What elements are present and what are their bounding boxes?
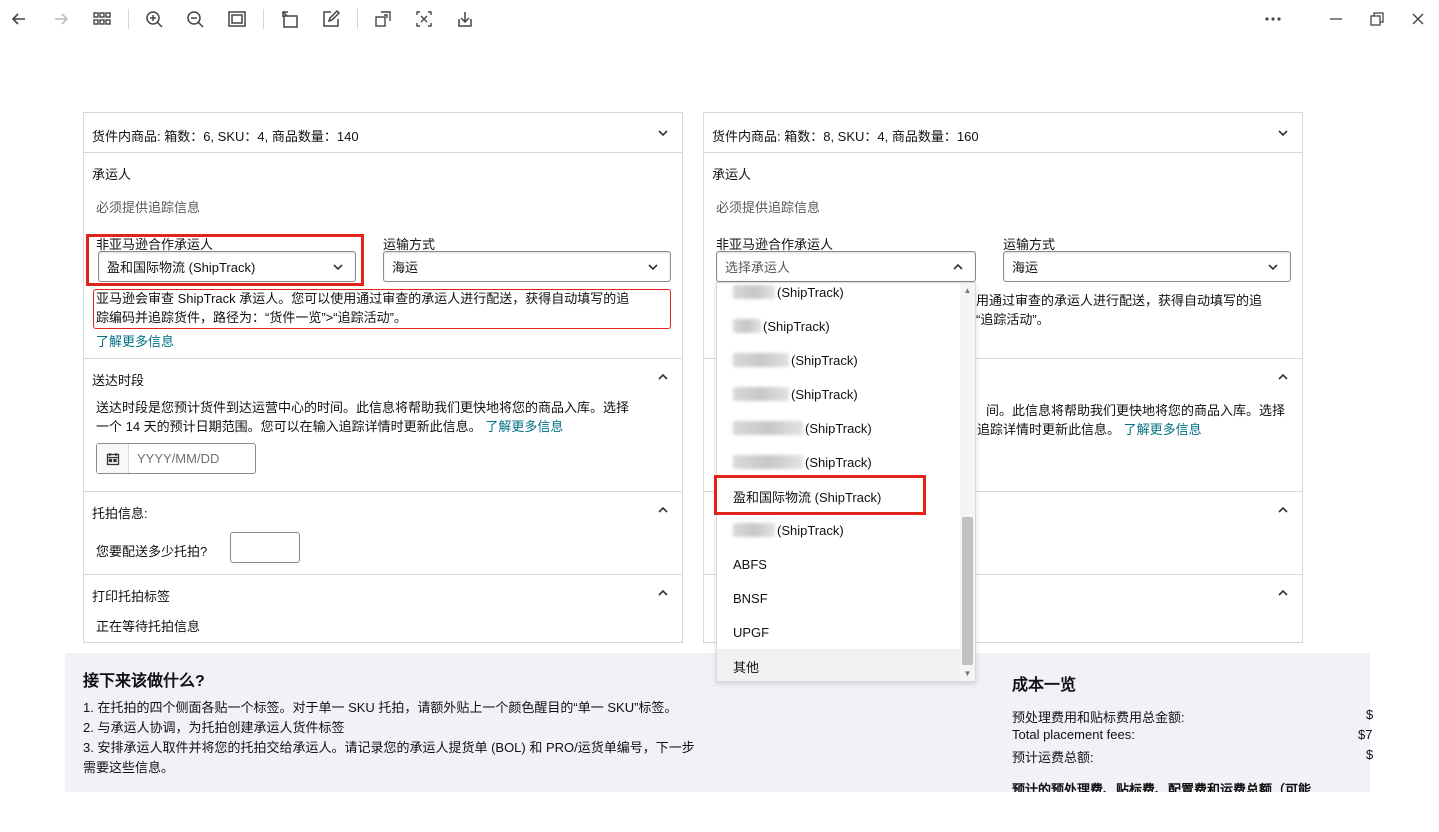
transport-mode-select[interactable]: 海运 bbox=[383, 251, 671, 282]
scroll-up-icon[interactable]: ▲ bbox=[963, 286, 972, 295]
rotate-icon[interactable] bbox=[277, 6, 303, 32]
shiptrack-notice-partial-2: “追踪活动”。 bbox=[976, 312, 1050, 327]
cost-footer-note: 预计的预处理费、贴标费、配置费和运费总额（可能 bbox=[1012, 782, 1312, 792]
shipment-contents: 货件内商品: 箱数：8, SKU：4, 商品数量：160 bbox=[712, 129, 979, 144]
placement-fee-label: Total placement fees: bbox=[1012, 727, 1135, 742]
carrier-option-bnsf[interactable]: BNSF bbox=[717, 581, 961, 615]
shipment-contents-row[interactable]: 货件内商品: 箱数：6, SKU：4, 商品数量：140 bbox=[84, 112, 682, 152]
ocr-icon[interactable] bbox=[411, 6, 437, 32]
carrier-option[interactable]: (ShipTrack) bbox=[717, 377, 961, 411]
learn-more-link[interactable]: 了解更多信息 bbox=[96, 331, 174, 350]
date-placeholder: YYYY/MM/DD bbox=[137, 451, 220, 466]
next-steps-title: 接下来该做什么? bbox=[83, 673, 205, 690]
close-icon[interactable] bbox=[1405, 6, 1431, 32]
cost-summary-title: 成本一览 bbox=[1012, 677, 1077, 694]
more-icon[interactable] bbox=[1260, 6, 1286, 32]
delivery-learn-more-link[interactable]: 了解更多信息 bbox=[1124, 422, 1202, 437]
pallet-info-title: 托拍信息: bbox=[92, 506, 148, 521]
carrier-option[interactable]: (ShipTrack) bbox=[717, 283, 961, 309]
delivery-window-title: 送达时段 bbox=[92, 373, 145, 388]
chevron-up-icon[interactable] bbox=[1276, 370, 1290, 384]
tracking-required-note: 必须提供追踪信息 bbox=[716, 200, 821, 215]
grid-icon[interactable] bbox=[89, 6, 115, 32]
transport-mode-select[interactable]: 海运 bbox=[1003, 251, 1291, 282]
crop-icon[interactable] bbox=[370, 6, 396, 32]
edit-icon[interactable] bbox=[318, 6, 344, 32]
print-labels-title: 打印托拍标签 bbox=[92, 589, 171, 604]
scroll-thumb[interactable] bbox=[962, 517, 973, 665]
print-labels-section: 打印托拍标签 正在等待托拍信息 bbox=[84, 574, 682, 643]
minimize-icon[interactable] bbox=[1323, 6, 1349, 32]
tracking-required-note: 必须提供追踪信息 bbox=[96, 200, 201, 215]
chevron-down-icon bbox=[648, 264, 658, 271]
transport-mode-value: 海运 bbox=[1012, 260, 1039, 275]
download-icon[interactable] bbox=[452, 6, 478, 32]
prep-label-fee-label: 预处理费用和贴标费用总金额: bbox=[1012, 710, 1185, 725]
next-step-1: 1. 在托拍的四个侧面各贴一个标签。对于单一 SKU 托拍，请额外贴上一个颜色醒… bbox=[83, 700, 678, 715]
next-step-2: 2. 与承运人协调，为托拍创建承运人货件标签 bbox=[83, 720, 345, 735]
pallet-count-question: 您要配送多少托拍? bbox=[96, 544, 208, 559]
pallet-count-input[interactable] bbox=[230, 532, 300, 563]
delivery-window-description: 送达时段是您预计货件到达运营中心的时间。此信息将帮助我们更快地将您的商品入库。选… bbox=[96, 400, 630, 434]
carrier-option[interactable]: (ShipTrack) bbox=[717, 411, 961, 445]
next-step-3: 3. 安排承运人取件并将您的托拍交给承运人。请记录您的承运人提货单 (BOL) … bbox=[83, 740, 695, 755]
print-labels-status: 正在等待托拍信息 bbox=[96, 619, 201, 634]
carrier-option-abfs[interactable]: ABFS bbox=[717, 547, 961, 581]
chevron-up-icon[interactable] bbox=[656, 503, 670, 517]
chevron-down-icon[interactable] bbox=[1276, 126, 1290, 140]
carrier-option[interactable]: (ShipTrack) bbox=[717, 513, 961, 547]
chevron-down-icon[interactable] bbox=[656, 126, 670, 140]
chevron-up-icon[interactable] bbox=[656, 370, 670, 384]
carrier-option[interactable]: (ShipTrack) bbox=[717, 309, 961, 343]
delivery-learn-more-link[interactable]: 了解更多信息 bbox=[485, 419, 563, 434]
chevron-up-icon[interactable] bbox=[656, 586, 670, 600]
shipping-fee-value: $ bbox=[1366, 747, 1374, 762]
zoom-out-icon[interactable] bbox=[182, 6, 208, 32]
delivery-description-partial-2: 追踪详情时更新此信息。 了解更多信息 bbox=[977, 422, 1202, 437]
shipping-fee-label: 预计运费总额: bbox=[1012, 750, 1094, 765]
carrier-highlight-box bbox=[86, 234, 364, 286]
selected-carrier-highlight-box bbox=[714, 475, 926, 515]
shipment-contents-row[interactable]: 货件内商品: 箱数：8, SKU：4, 商品数量：160 bbox=[704, 112, 1302, 152]
dropdown-scrollbar[interactable]: ▲ ▼ bbox=[960, 283, 975, 681]
carrier-select-placeholder: 选择承运人 bbox=[725, 260, 791, 275]
shipment-panel-left: 货件内商品: 箱数：6, SKU：4, 商品数量：140 承运人 必须提供追踪信… bbox=[83, 112, 683, 643]
shiptrack-notice-partial-1: 用通过审查的承运人进行配送，获得自动填写的追 bbox=[976, 293, 1263, 308]
restore-icon[interactable] bbox=[1364, 6, 1390, 32]
scroll-down-icon[interactable]: ▼ bbox=[963, 669, 972, 678]
chevron-up-icon bbox=[953, 263, 963, 270]
back-icon[interactable] bbox=[6, 6, 32, 32]
carrier-title: 承运人 bbox=[712, 167, 752, 182]
delivery-window-section: 送达时段 送达时段是您预计货件到达运营中心的时间。此信息将帮助我们更快地将您的商… bbox=[84, 358, 682, 491]
fit-page-icon[interactable] bbox=[224, 6, 250, 32]
date-input[interactable]: YYYY/MM/DD bbox=[96, 443, 256, 474]
forward-icon[interactable] bbox=[48, 6, 74, 32]
pallet-info-section: 托拍信息: 您要配送多少托拍? bbox=[84, 491, 682, 574]
calendar-icon[interactable] bbox=[97, 444, 129, 473]
carrier-option-upgf[interactable]: UPGF bbox=[717, 615, 961, 649]
chevron-up-icon[interactable] bbox=[1276, 503, 1290, 517]
carrier-title: 承运人 bbox=[92, 167, 132, 182]
transport-mode-value: 海运 bbox=[392, 260, 419, 275]
carrier-select[interactable]: 选择承运人 bbox=[716, 251, 976, 282]
placement-fee-value: $7 bbox=[1358, 727, 1373, 742]
zoom-in-icon[interactable] bbox=[141, 6, 167, 32]
next-step-3-cont: 需要这些信息。 bbox=[83, 760, 175, 775]
carrier-option-other[interactable]: 其他 bbox=[717, 649, 961, 681]
chevron-up-icon[interactable] bbox=[1276, 586, 1290, 600]
carrier-option[interactable]: (ShipTrack) bbox=[717, 445, 961, 479]
prep-label-fee-value: $ bbox=[1366, 707, 1374, 722]
viewer-toolbar bbox=[0, 0, 1439, 38]
delivery-description-partial-1: 间。此信息将帮助我们更快地将您的商品入库。选择 bbox=[986, 403, 1286, 418]
carrier-option[interactable]: (ShipTrack) bbox=[717, 343, 961, 377]
notice-highlight-box bbox=[93, 289, 671, 329]
chevron-down-icon bbox=[1268, 264, 1278, 271]
shipment-contents: 货件内商品: 箱数：6, SKU：4, 商品数量：140 bbox=[92, 129, 359, 144]
